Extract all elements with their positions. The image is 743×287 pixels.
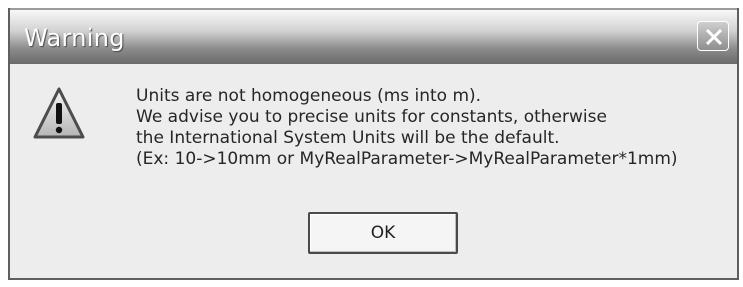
screen-background: Warning Units are not homogeneous (ms in… xyxy=(0,0,743,287)
close-button[interactable] xyxy=(697,21,729,51)
message-line-4: (Ex: 10->10mm or MyRealParameter->MyReal… xyxy=(136,149,678,169)
message-line-3: the International System Units will be t… xyxy=(136,128,560,148)
dialog-title: Warning xyxy=(24,24,125,52)
title-bar[interactable]: Warning xyxy=(10,8,737,64)
message-line-1: Units are not homogeneous (ms into m). xyxy=(136,86,482,106)
dialog-body: Units are not homogeneous (ms into m). W… xyxy=(10,64,737,278)
warning-dialog: Warning Units are not homogeneous (ms in… xyxy=(8,8,739,280)
close-icon xyxy=(705,28,723,46)
message-text: Units are not homogeneous (ms into m). W… xyxy=(136,86,726,170)
message-line-2: We advise you to precise units for const… xyxy=(136,107,607,127)
ok-button[interactable]: OK xyxy=(308,212,458,254)
warning-icon xyxy=(32,86,86,142)
